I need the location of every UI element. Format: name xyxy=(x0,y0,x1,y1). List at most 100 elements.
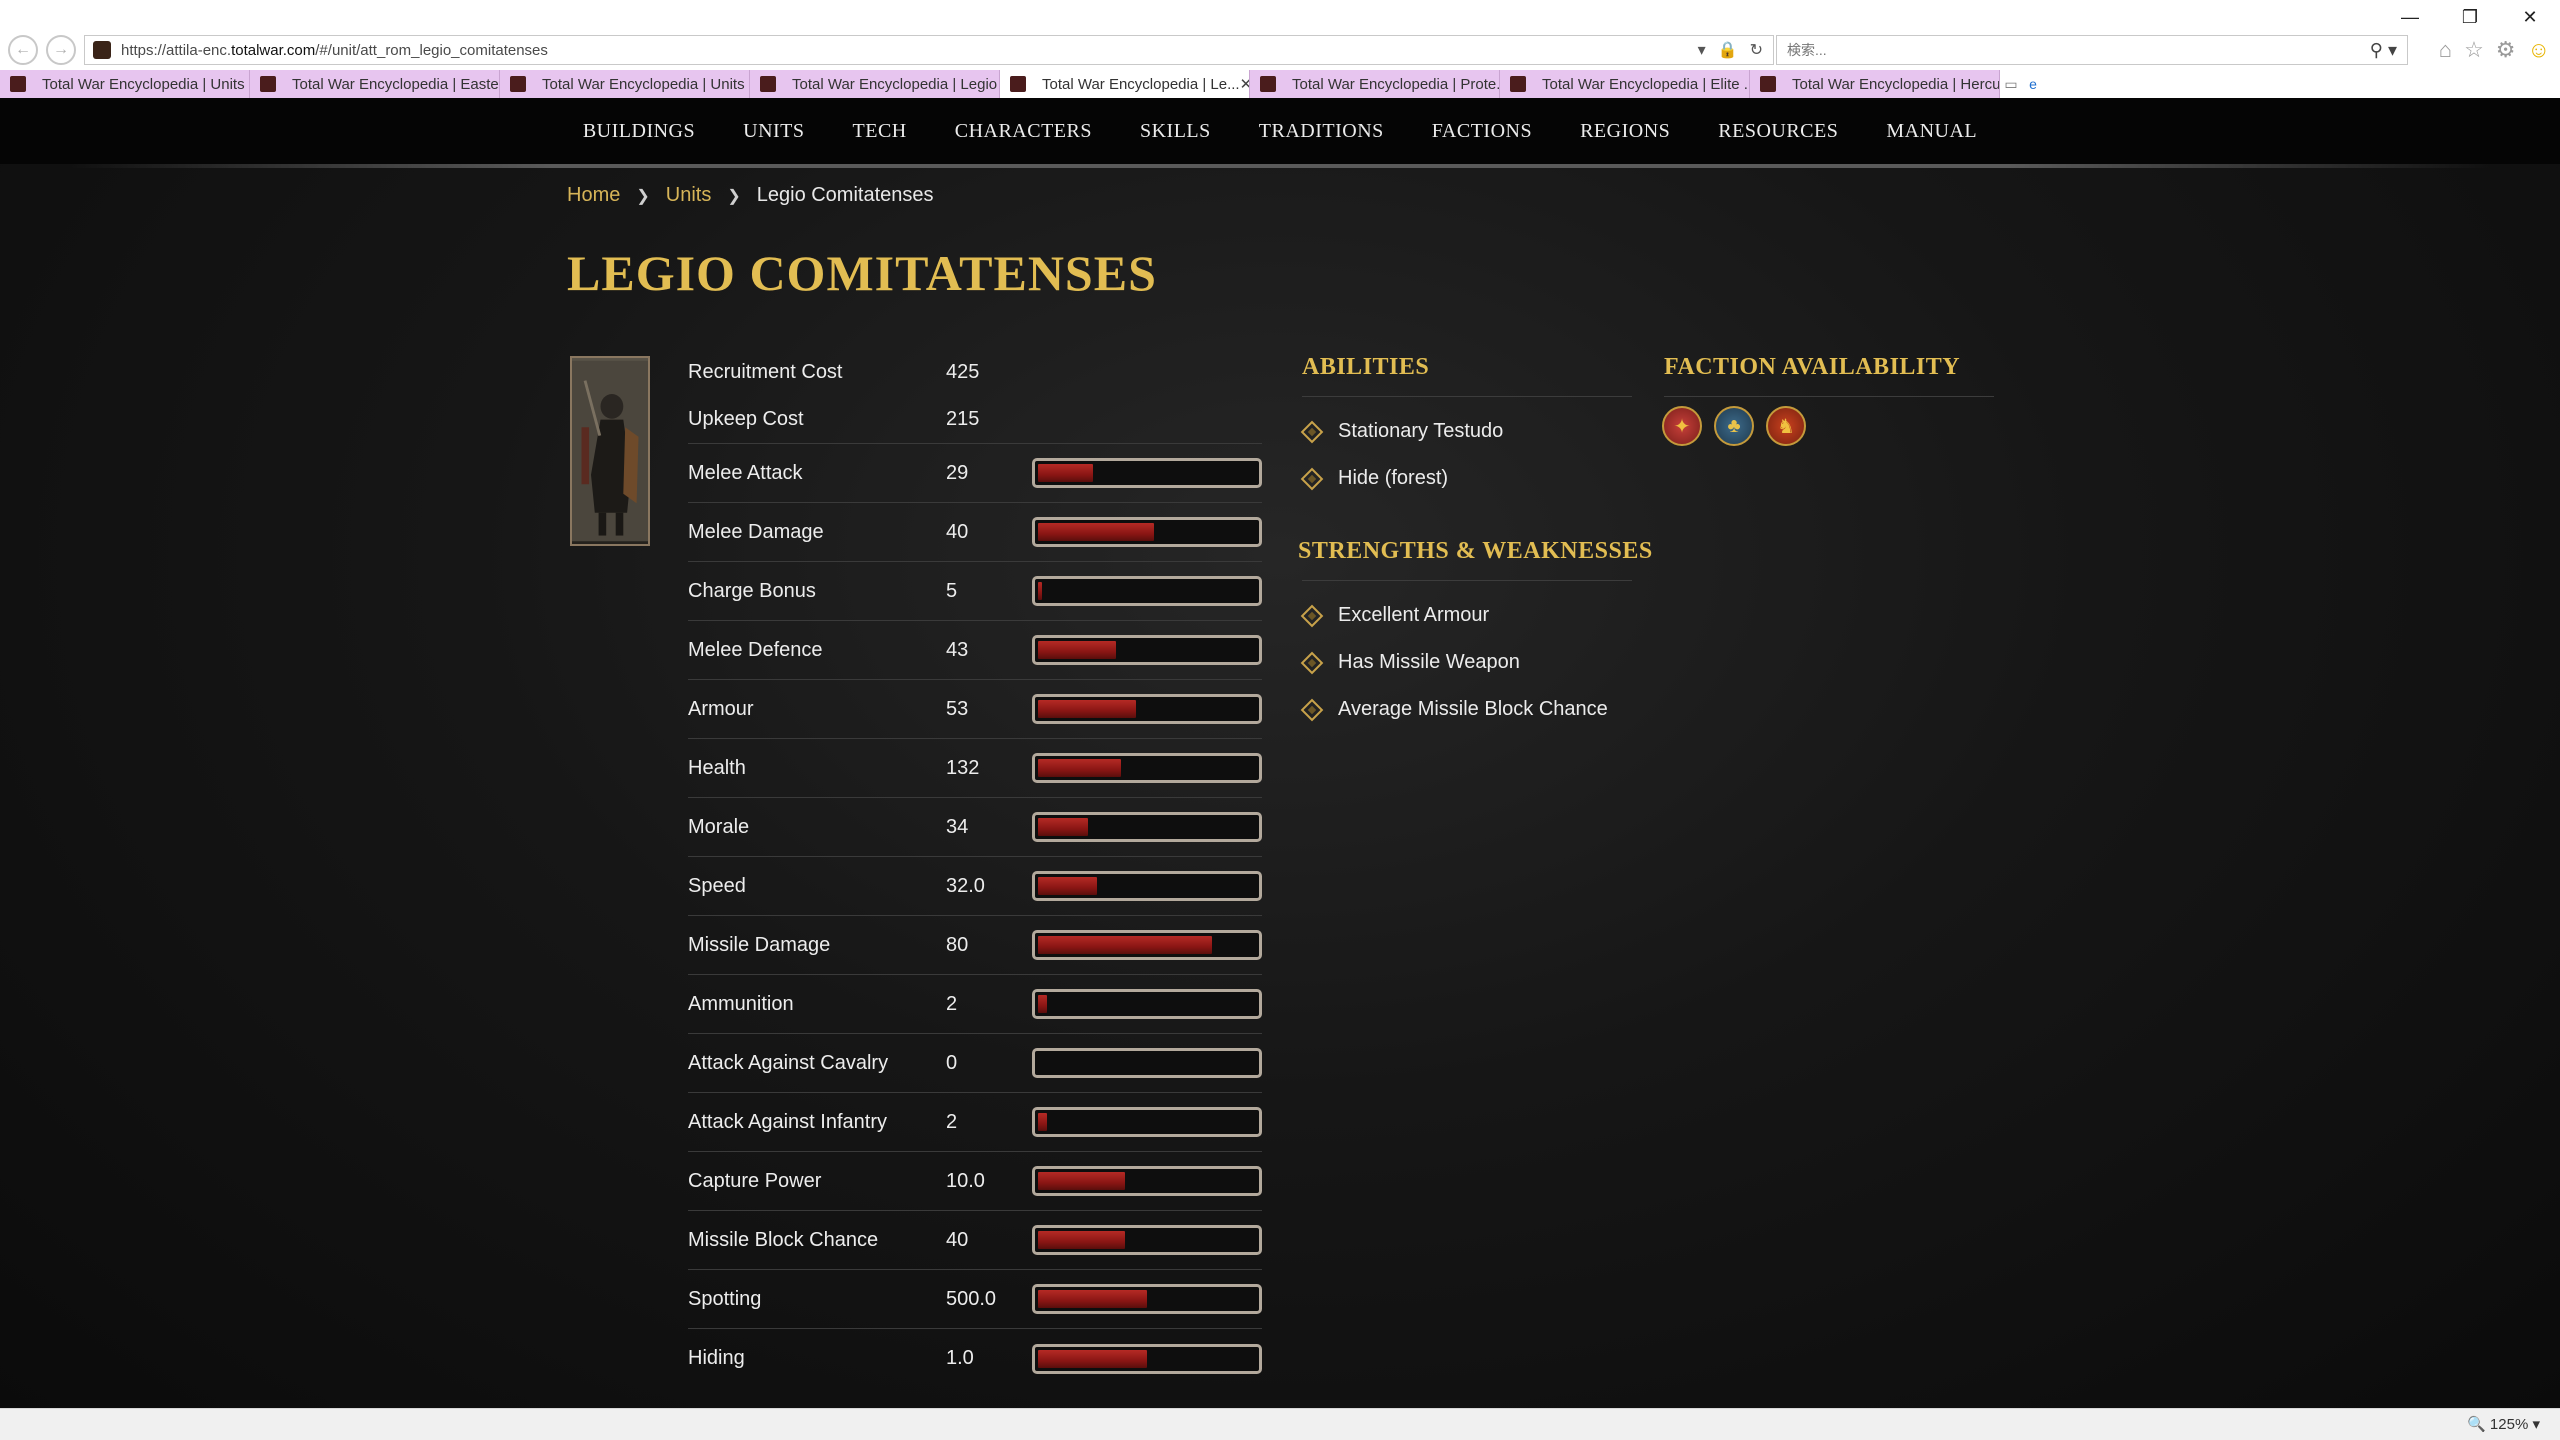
tab-label: Total War Encyclopedia | Le... xyxy=(1042,75,1240,93)
stat-value: 29 xyxy=(946,461,969,484)
nav-item-characters[interactable]: CHARACTERS xyxy=(931,120,1116,143)
strength-item-label: Excellent Armour xyxy=(1338,604,1490,626)
nav-item-resources[interactable]: RESOURCES xyxy=(1694,120,1862,143)
stat-value: 80 xyxy=(946,933,969,956)
browser-tab[interactable]: Total War Encyclopedia | Units xyxy=(500,70,750,98)
address-bar[interactable]: https://attila-enc.totalwar.com/#/unit/a… xyxy=(84,35,1774,65)
ability-item[interactable]: Hide (forest) xyxy=(1298,455,1503,502)
stat-label: Missile Block Chance xyxy=(688,1228,879,1251)
tab-label: Total War Encyclopedia | Units xyxy=(542,75,745,93)
stat-label: Melee Defence xyxy=(688,638,823,661)
stat-value: 0 xyxy=(946,1051,958,1074)
faction-rule xyxy=(1664,396,1994,397)
smiley-feedback-icon[interactable]: ☺ xyxy=(2528,37,2550,63)
browser-tab[interactable]: Total War Encyclopedia | Units xyxy=(0,70,250,98)
cost-row: Recruitment Cost 425 xyxy=(688,348,1262,396)
stat-bar-fill xyxy=(1038,936,1213,954)
stat-bar xyxy=(1032,1343,1262,1374)
diamond-bullet-icon xyxy=(1300,651,1324,674)
nav-item-units[interactable]: UNITS xyxy=(719,120,828,143)
stat-value: 2 xyxy=(946,992,958,1015)
stat-bar-fill xyxy=(1038,759,1121,777)
lock-icon[interactable]: 🔒 xyxy=(1718,40,1738,60)
stat-value: 1.0 xyxy=(946,1347,974,1369)
stat-value: 500.0 xyxy=(946,1287,997,1310)
forward-icon[interactable]: → xyxy=(46,35,76,65)
edge-browser-icon[interactable]: e xyxy=(2022,70,2044,98)
back-icon[interactable]: ← xyxy=(8,35,38,65)
browser-tab[interactable]: Total War Encyclopedia | Elite ... xyxy=(1500,70,1750,98)
site-favicon-icon xyxy=(93,41,111,59)
stat-bar xyxy=(1032,1284,1262,1314)
breadcrumb-home[interactable]: Home xyxy=(567,184,620,207)
stat-value: 40 xyxy=(946,1228,969,1251)
page-title: LEGIO COMITATENSES xyxy=(567,245,1157,301)
stat-value: 132 xyxy=(946,756,980,779)
nav-item-skills[interactable]: SKILLS xyxy=(1116,120,1235,143)
stat-row: Armour 53 xyxy=(688,680,1262,739)
strengths-rule xyxy=(1302,580,1632,581)
stat-bar-fill xyxy=(1038,464,1093,482)
browser-tab[interactable]: Total War Encyclopedia | Le...✕ xyxy=(1000,70,1250,98)
stat-value: 215 xyxy=(946,408,980,430)
search-box[interactable]: ⚲ ▾ xyxy=(1776,35,2408,65)
refresh-icon[interactable]: ↻ xyxy=(1750,40,1763,60)
stat-bar-fill xyxy=(1038,1290,1147,1308)
nav-item-tech[interactable]: TECH xyxy=(829,120,931,143)
stat-row: Melee Defence 43 xyxy=(688,621,1262,680)
new-tab-page-icon[interactable]: ▭ xyxy=(2000,70,2022,98)
stat-bar-fill xyxy=(1038,1113,1047,1131)
tree-emblem-icon[interactable]: ♣ xyxy=(1714,406,1754,446)
restore-button[interactable]: ❐ xyxy=(2440,0,2500,34)
stat-bar xyxy=(1032,753,1262,783)
stat-row: Melee Damage 40 xyxy=(688,503,1262,562)
dropdown-icon[interactable]: ▾ xyxy=(1698,40,1706,60)
breadcrumb-units[interactable]: Units xyxy=(666,184,712,207)
close-window-button[interactable]: ✕ xyxy=(2500,0,2560,34)
settings-gear-icon[interactable]: ⚙ xyxy=(2496,37,2516,63)
breadcrumb-current: Legio Comitatenses xyxy=(756,184,934,206)
abilities-heading: ABILITIES xyxy=(1302,354,1430,380)
browser-tab[interactable]: Total War Encyclopedia | Legio xyxy=(750,70,1000,98)
ability-item[interactable]: Stationary Testudo xyxy=(1298,408,1503,455)
stat-bar xyxy=(1032,1107,1262,1137)
nav-item-traditions[interactable]: TRADITIONS xyxy=(1235,120,1408,143)
url-domain: totalwar.com xyxy=(231,41,316,59)
search-input[interactable] xyxy=(1787,42,2370,58)
tab-favicon-icon xyxy=(1760,76,1776,92)
nav-item-regions[interactable]: REGIONS xyxy=(1556,120,1694,143)
faction-icons: ✦ ♣ ♞ xyxy=(1662,406,1806,446)
minimize-button[interactable]: — xyxy=(2380,0,2440,34)
strength-item[interactable]: Excellent Armour xyxy=(1298,592,1608,639)
favorites-star-icon[interactable]: ☆ xyxy=(2464,37,2484,63)
nav-item-manual[interactable]: MANUAL xyxy=(1862,120,2001,143)
eagle-emblem-icon[interactable]: ✦ xyxy=(1662,406,1702,446)
stat-row: Spotting 500.0 xyxy=(688,1270,1262,1329)
strength-item-label: Has Missile Weapon xyxy=(1338,651,1520,673)
stat-label: Speed xyxy=(688,874,746,897)
faction-availability-heading: FACTION AVAILABILITY xyxy=(1664,354,1961,380)
stat-label: Melee Attack xyxy=(688,461,803,484)
close-tab-icon[interactable]: ✕ xyxy=(1240,75,1249,93)
status-bar: 🔍 125% ▾ xyxy=(0,1408,2560,1440)
strength-item[interactable]: Average Missile Block Chance xyxy=(1298,686,1608,733)
diamond-bullet-icon xyxy=(1300,604,1324,627)
stat-label: Recruitment Cost xyxy=(688,360,843,383)
stat-value: 34 xyxy=(946,815,969,838)
home-icon[interactable]: ⌂ xyxy=(2439,37,2452,63)
stat-bar-fill xyxy=(1038,1172,1126,1190)
browser-tab[interactable]: Total War Encyclopedia | Easte... xyxy=(250,70,500,98)
browser-tab[interactable]: Total War Encyclopedia | Prote... xyxy=(1250,70,1500,98)
strengths-list: Excellent Armour Has Missile Weapon Averag… xyxy=(1298,592,1608,733)
diamond-bullet-icon xyxy=(1300,698,1324,721)
stat-row: Attack Against Infantry 2 xyxy=(688,1093,1262,1152)
search-icon[interactable]: ⚲ ▾ xyxy=(2370,40,2407,61)
stat-bar-fill xyxy=(1038,582,1043,600)
lion-emblem-icon[interactable]: ♞ xyxy=(1766,406,1806,446)
zoom-level[interactable]: 🔍 125% ▾ xyxy=(2467,1415,2540,1433)
nav-item-buildings[interactable]: BUILDINGS xyxy=(559,120,719,143)
browser-tab[interactable]: Total War Encyclopedia | Hercu... xyxy=(1750,70,2000,98)
url-text[interactable]: https://attila-enc.totalwar.com/#/unit/a… xyxy=(121,42,1698,59)
strength-item[interactable]: Has Missile Weapon xyxy=(1298,639,1608,686)
nav-item-factions[interactable]: FACTIONS xyxy=(1408,120,1556,143)
